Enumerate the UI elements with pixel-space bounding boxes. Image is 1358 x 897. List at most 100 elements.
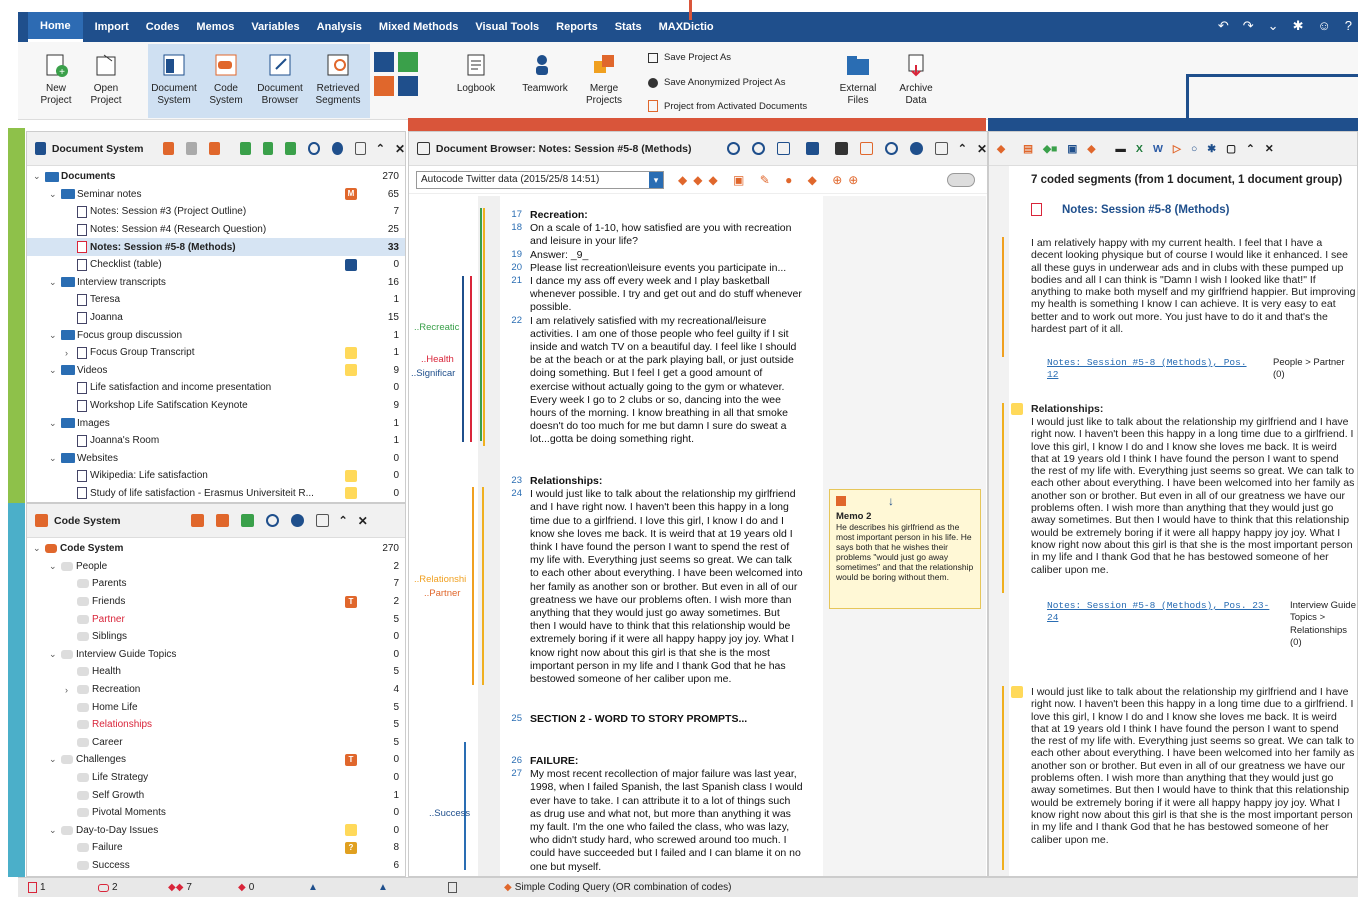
code-label-success[interactable]: ..Success [429, 808, 470, 819]
chevron-down-icon[interactable]: ⌄ [49, 330, 61, 341]
segment-1-source[interactable]: Notes: Session #5-8 (Methods), Pos. 12 [1047, 357, 1247, 382]
print-icon[interactable] [835, 142, 849, 155]
menu-visual-tools[interactable]: Visual Tools [475, 21, 554, 33]
text-line[interactable]: Every week I go to 2 clubs or so, dancin… [530, 394, 820, 407]
text-line[interactable]: inside and watch TV on a beautiful day. … [530, 341, 820, 354]
undo-icon[interactable]: ↶ [1218, 18, 1229, 34]
export-icon[interactable]: ▷ [1173, 143, 1181, 155]
status-weight[interactable]: ◆ 0 [228, 882, 298, 893]
zoom-out-icon[interactable] [752, 142, 766, 155]
menu-reports[interactable]: Reports [556, 21, 613, 33]
code-stripe[interactable] [472, 487, 474, 685]
text-line[interactable]: exercise without actually going to the g… [530, 381, 820, 394]
chevron-down-icon[interactable]: ⌄ [49, 561, 61, 572]
close-icon[interactable]: ✕ [358, 514, 368, 528]
save-anonymized-button[interactable]: Save Anonymized Project As [648, 77, 785, 88]
code-row[interactable]: Health 5 [27, 663, 405, 681]
panel-icon[interactable] [806, 142, 820, 155]
document-row[interactable]: Notes: Session #4 (Research Question) 25 [27, 221, 405, 239]
code-system-button[interactable]: Code System [196, 48, 256, 107]
text-line[interactable]: FAILURE: [530, 755, 820, 768]
document-row[interactable]: Workshop Life Satifscation Keynote 9 [27, 397, 405, 415]
text-line[interactable]: Answer: _9_ [530, 249, 820, 262]
search-icon[interactable]: ○ [1191, 143, 1197, 155]
status-users[interactable]: ▲ [298, 882, 368, 893]
retrieved-segments-button[interactable]: Retrieved Segments [308, 48, 368, 107]
document-row[interactable]: Teresa 1 [27, 291, 405, 309]
memo-icon[interactable] [345, 469, 357, 482]
text-line[interactable]: On a scale of 1-10, how satisfied are yo… [530, 222, 820, 235]
text-line[interactable]: know she loves me back. It is weird that… [530, 528, 820, 541]
memo-icon[interactable] [345, 487, 357, 500]
save-project-as-button[interactable]: Save Project As [648, 52, 731, 63]
code-stripe[interactable] [462, 276, 464, 442]
text-line[interactable]: activities. I am one of those people who… [530, 328, 820, 341]
docs-icon[interactable]: ▣ [1067, 143, 1077, 155]
code-label-recreation[interactable]: ..Recreatic [414, 322, 459, 333]
chevron-down-icon[interactable]: ⌄ [49, 825, 61, 836]
document-row[interactable]: Joanna's Room 1 [27, 432, 405, 450]
text-line[interactable]: important person in my life and I thank … [530, 660, 820, 673]
text-line[interactable]: doing something. But I feel I get a good… [530, 367, 820, 380]
segment-2[interactable]: I would just like to talk about the rela… [1031, 416, 1356, 576]
memo-icon[interactable] [345, 258, 357, 271]
text-line[interactable]: know right now about this girl is that s… [530, 647, 820, 660]
collapse-icon[interactable]: ⌃ [1246, 143, 1255, 155]
code-icon[interactable]: ◆ [997, 143, 1005, 155]
collapse-icon[interactable]: ⌃ [376, 142, 385, 155]
code-row[interactable]: Pivotal Moments 0 [27, 804, 405, 822]
segment-3[interactable]: I would just like to talk about the rela… [1031, 686, 1356, 870]
undock-icon[interactable] [354, 142, 366, 155]
close-icon[interactable]: ✕ [977, 142, 987, 156]
chevron-down-icon[interactable]: ⌄ [49, 453, 61, 464]
chevron-down-icon[interactable]: ⌄ [49, 649, 61, 660]
memo-icon[interactable] [345, 346, 357, 359]
code-stripe[interactable] [470, 276, 472, 442]
close-icon[interactable]: ✕ [395, 142, 405, 156]
text-line[interactable]: Please list recreation\leisure events yo… [530, 262, 820, 275]
chevron-down-icon[interactable]: ⌄ [49, 754, 61, 765]
text-line[interactable]: 1998, when I failed Spanish, the last Sp… [530, 781, 820, 794]
text-line[interactable]: be at the beach or at the park playing b… [530, 354, 820, 367]
archive-data-button[interactable]: Archive Data [886, 48, 946, 107]
chevron-down-icon[interactable]: ⌄ [49, 418, 61, 429]
status-documents[interactable]: 1 [18, 882, 88, 893]
code-row[interactable]: ⌄ Challenges T 0 [27, 751, 405, 769]
memo-icon[interactable]: M [345, 188, 357, 201]
smiley-icon[interactable]: ☺ [1317, 18, 1330, 34]
text-line[interactable]: lot...gotta be doing something right. [530, 433, 820, 446]
help-icon[interactable]: ? [1345, 18, 1352, 34]
memo-2[interactable]: ↓ Memo 2 He describes his girlfriend as … [829, 489, 981, 609]
text-line[interactable]: and I have right now. I haven't been thi… [530, 501, 820, 514]
segment-2-source[interactable]: Notes: Session #5-8 (Methods), Pos. 23-2… [1047, 600, 1272, 625]
code-row[interactable]: ⌄ People 2 [27, 558, 405, 576]
text-line[interactable]: as drug use and what not, but more than … [530, 808, 820, 821]
text-line[interactable]: hours of the morning. I know breathing i… [530, 407, 820, 420]
memo-icon[interactable] [345, 824, 357, 837]
text-line[interactable]: I dance my ass off every week and I play… [530, 275, 820, 288]
code-row[interactable]: Partner 5 [27, 610, 405, 628]
activate-code-icon[interactable] [190, 514, 204, 527]
segment-1-code[interactable]: People > Partner (0) [1273, 357, 1357, 382]
logbook-button[interactable]: Logbook [446, 48, 506, 95]
document-row[interactable]: Life satisfaction and income presentatio… [27, 379, 405, 397]
text-line[interactable]: whenever possible. I try and get out and… [530, 288, 820, 301]
document-row[interactable]: Checklist (table) 0 [27, 256, 405, 274]
segment-2-code[interactable]: Interview Guide Topics > Relationships (… [1290, 600, 1358, 649]
undock-icon[interactable]: ▢ [1226, 143, 1236, 155]
filter-icon[interactable] [209, 142, 220, 155]
search-icon[interactable] [265, 514, 279, 527]
menu-memos[interactable]: Memos [196, 21, 249, 33]
text-line[interactable]: my fault. I'm the one who failed the cla… [530, 821, 820, 834]
filter-code-icon[interactable] [215, 514, 229, 527]
memo-icon[interactable] [1011, 686, 1023, 698]
zoom-fit-icon[interactable] [777, 142, 791, 155]
text-line[interactable]: anything that they would just go away so… [530, 607, 820, 620]
menu-stats[interactable]: Stats [615, 21, 657, 33]
gear-icon[interactable] [290, 514, 304, 527]
code-label-significant[interactable]: ..Significar [411, 368, 455, 379]
codes-filter-icon[interactable]: ◆ [1087, 143, 1095, 155]
code-row[interactable]: Failure? 8 [27, 839, 405, 857]
text-line[interactable]: then I would have to think that this rel… [530, 620, 820, 633]
status-doc[interactable] [438, 882, 504, 893]
